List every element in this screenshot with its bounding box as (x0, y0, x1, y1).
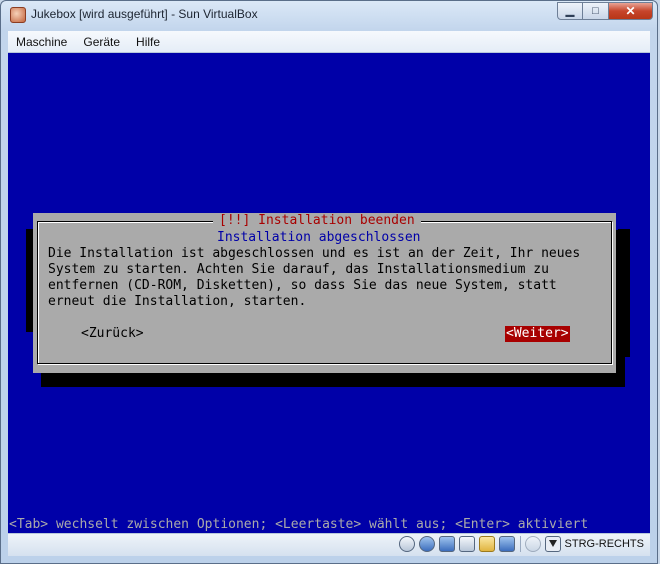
mouse-integration-icon[interactable] (524, 536, 541, 552)
title-bar[interactable]: Jukebox [wird ausgeführt] - Sun VirtualB… (1, 1, 657, 29)
menu-bar: Maschine Geräte Hilfe (8, 31, 650, 53)
menu-hilfe[interactable]: Hilfe (128, 35, 168, 49)
dialog-shadow-right (618, 229, 630, 357)
dialog-subtitle: Installation abgeschlossen (217, 230, 421, 245)
usb-icon[interactable] (438, 536, 455, 552)
minimize-button[interactable]: ▁ (557, 2, 583, 20)
help-line: <Tab> wechselt zwischen Optionen; <Leert… (9, 517, 589, 532)
maximize-button[interactable]: □ (583, 2, 609, 20)
close-button[interactable]: ✕ (609, 2, 653, 20)
monitor-icon[interactable] (498, 536, 515, 552)
message-line: erneut die Installation, starten. (48, 294, 307, 309)
menu-geraete[interactable]: Geräte (75, 35, 128, 49)
window-title: Jukebox [wird ausgeführt] - Sun VirtualB… (31, 7, 258, 21)
shared-folder-icon[interactable] (478, 536, 495, 552)
dialog-message: Die Installation ist abgeschlossen und e… (48, 246, 580, 310)
dialog-title: [!!] Installation beenden (213, 213, 421, 229)
message-line: entfernen (CD-ROM, Disketten), so dass S… (48, 278, 557, 293)
host-key-icon (544, 536, 561, 552)
vm-display[interactable]: [!!] Installation beenden Installation a… (8, 53, 650, 533)
menu-maschine[interactable]: Maschine (8, 35, 75, 49)
virtualbox-app-icon (10, 7, 26, 23)
cd-rom-icon[interactable] (418, 536, 435, 552)
message-line: System zu starten. Achten Sie darauf, da… (48, 262, 549, 277)
installer-dialog: [!!] Installation beenden Installation a… (33, 213, 616, 373)
status-icons: STRG-RECHTS (395, 536, 644, 552)
status-separator (519, 536, 521, 552)
host-key-label: STRG-RECHTS (564, 538, 644, 550)
message-line: Die Installation ist abgeschlossen und e… (48, 246, 581, 261)
network-icon[interactable] (458, 536, 475, 552)
virtualbox-window: Jukebox [wird ausgeführt] - Sun VirtualB… (0, 0, 658, 564)
status-bar: STRG-RECHTS (8, 533, 650, 556)
window-controls: ▁ □ ✕ (557, 2, 653, 20)
hard-disk-icon[interactable] (398, 536, 415, 552)
continue-button[interactable]: <Weiter> (505, 326, 570, 342)
back-button[interactable]: <Zurück> (81, 326, 144, 342)
